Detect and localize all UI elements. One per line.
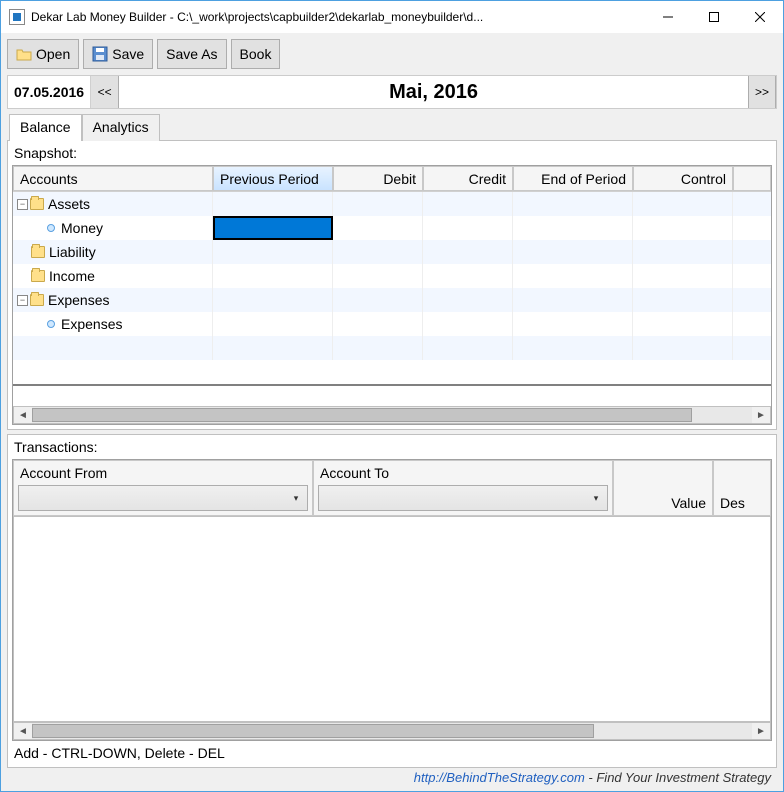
col-previous-period[interactable]: Previous Period bbox=[213, 166, 333, 191]
split-area: Snapshot: Accounts Previous Period Debit… bbox=[7, 140, 777, 768]
expenses-leaf-label: Expenses bbox=[61, 316, 122, 332]
col-value[interactable]: Value bbox=[613, 460, 713, 516]
footer-tagline: - Find Your Investment Strategy bbox=[585, 770, 771, 785]
col-end-of-period[interactable]: End of Period bbox=[513, 166, 633, 191]
transactions-body[interactable] bbox=[13, 516, 771, 722]
tab-analytics[interactable]: Analytics bbox=[82, 114, 160, 141]
transactions-grid[interactable]: Account From ▾ Account To ▾ Value Des ◄ bbox=[12, 459, 772, 741]
col-accounts[interactable]: Accounts bbox=[13, 166, 213, 191]
account-to-combo[interactable]: ▾ bbox=[318, 485, 608, 511]
account-from-combo[interactable]: ▾ bbox=[18, 485, 308, 511]
transactions-label: Transactions: bbox=[12, 437, 772, 459]
app-icon bbox=[9, 9, 25, 25]
book-label: Book bbox=[240, 46, 272, 62]
footer-link[interactable]: http://BehindTheStrategy.com bbox=[414, 770, 585, 785]
snapshot-grid[interactable]: Accounts Previous Period Debit Credit En… bbox=[12, 165, 772, 425]
row-assets[interactable]: − Assets bbox=[13, 192, 771, 216]
datebar: 07.05.2016 << Mai, 2016 >> bbox=[7, 75, 777, 109]
tab-strip: Balance Analytics bbox=[9, 113, 777, 140]
liability-label: Liability bbox=[49, 244, 96, 260]
toolbar: Open Save Save As Book bbox=[7, 39, 777, 69]
tab-balance[interactable]: Balance bbox=[9, 114, 82, 141]
col-account-to[interactable]: Account To ▾ bbox=[313, 460, 613, 516]
expenses-group-label: Expenses bbox=[48, 292, 109, 308]
folder-icon bbox=[30, 294, 44, 306]
grid-separator bbox=[13, 384, 771, 392]
col-credit[interactable]: Credit bbox=[423, 166, 513, 191]
row-income[interactable]: Income bbox=[13, 264, 771, 288]
open-label: Open bbox=[36, 46, 70, 62]
window-title: Dekar Lab Money Builder - C:\_work\proje… bbox=[31, 10, 645, 24]
account-to-label: Account To bbox=[314, 461, 612, 483]
scroll-left-icon[interactable]: ◄ bbox=[14, 407, 32, 423]
assets-label: Assets bbox=[48, 196, 90, 212]
collapse-icon[interactable]: − bbox=[17, 295, 28, 306]
save-as-label: Save As bbox=[166, 46, 217, 62]
col-description[interactable]: Des bbox=[713, 460, 771, 516]
col-control[interactable]: Control bbox=[633, 166, 733, 191]
value-label: Value bbox=[671, 495, 706, 511]
leaf-icon bbox=[47, 224, 55, 232]
keyboard-hint: Add - CTRL-DOWN, Delete - DEL bbox=[12, 741, 772, 763]
save-as-button[interactable]: Save As bbox=[157, 39, 226, 69]
maximize-icon bbox=[709, 12, 719, 22]
client-area: Open Save Save As Book 07.05.2016 << Mai… bbox=[1, 33, 783, 791]
folder-icon bbox=[30, 198, 44, 210]
folder-icon bbox=[31, 246, 45, 258]
row-liability[interactable]: Liability bbox=[13, 240, 771, 264]
minimize-button[interactable] bbox=[645, 2, 691, 32]
titlebar: Dekar Lab Money Builder - C:\_work\proje… bbox=[1, 1, 783, 33]
current-date: 07.05.2016 bbox=[8, 76, 91, 108]
save-button[interactable]: Save bbox=[83, 39, 153, 69]
transactions-panel: Transactions: Account From ▾ Account To … bbox=[7, 434, 777, 768]
scroll-thumb[interactable] bbox=[32, 724, 594, 738]
chevron-down-icon: ▾ bbox=[589, 491, 603, 505]
transactions-header: Account From ▾ Account To ▾ Value Des bbox=[13, 460, 771, 516]
book-button[interactable]: Book bbox=[231, 39, 281, 69]
leaf-icon bbox=[47, 320, 55, 328]
selected-cell[interactable] bbox=[213, 216, 333, 240]
row-money[interactable]: Money bbox=[13, 216, 771, 240]
scroll-track[interactable] bbox=[32, 723, 752, 739]
scroll-right-icon[interactable]: ► bbox=[752, 407, 770, 423]
scroll-thumb[interactable] bbox=[32, 408, 692, 422]
desc-label: Des bbox=[720, 495, 745, 511]
row-expenses-group[interactable]: − Expenses bbox=[13, 288, 771, 312]
save-label: Save bbox=[112, 46, 144, 62]
prev-period-button[interactable]: << bbox=[91, 76, 119, 108]
snapshot-hscroll[interactable]: ◄ ► bbox=[13, 406, 771, 424]
scroll-right-icon[interactable]: ► bbox=[752, 723, 770, 739]
money-label: Money bbox=[61, 220, 103, 236]
close-button[interactable] bbox=[737, 2, 783, 32]
row-empty bbox=[13, 336, 771, 360]
income-label: Income bbox=[49, 268, 95, 284]
snapshot-grid-header: Accounts Previous Period Debit Credit En… bbox=[13, 166, 771, 192]
scroll-left-icon[interactable]: ◄ bbox=[14, 723, 32, 739]
snapshot-panel: Snapshot: Accounts Previous Period Debit… bbox=[7, 140, 777, 430]
transactions-hscroll[interactable]: ◄ ► bbox=[13, 722, 771, 740]
snapshot-grid-body[interactable]: − Assets Money bbox=[13, 192, 771, 406]
scroll-track[interactable] bbox=[32, 407, 752, 423]
col-account-from[interactable]: Account From ▾ bbox=[13, 460, 313, 516]
folder-icon bbox=[31, 270, 45, 282]
period-title: Mai, 2016 bbox=[119, 81, 748, 104]
account-from-label: Account From bbox=[14, 461, 312, 483]
row-expenses-leaf[interactable]: Expenses bbox=[13, 312, 771, 336]
open-button[interactable]: Open bbox=[7, 39, 79, 69]
col-debit[interactable]: Debit bbox=[333, 166, 423, 191]
collapse-icon[interactable]: − bbox=[17, 199, 28, 210]
maximize-button[interactable] bbox=[691, 2, 737, 32]
folder-open-icon bbox=[16, 46, 32, 62]
minimize-icon bbox=[663, 12, 673, 22]
app-window: Dekar Lab Money Builder - C:\_work\proje… bbox=[0, 0, 784, 792]
col-padding bbox=[733, 166, 771, 191]
snapshot-label: Snapshot: bbox=[12, 143, 772, 165]
footer: http://BehindTheStrategy.com - Find Your… bbox=[7, 768, 777, 789]
chevron-down-icon: ▾ bbox=[289, 491, 303, 505]
next-period-button[interactable]: >> bbox=[748, 76, 776, 108]
close-icon bbox=[755, 12, 765, 22]
floppy-icon bbox=[92, 46, 108, 62]
